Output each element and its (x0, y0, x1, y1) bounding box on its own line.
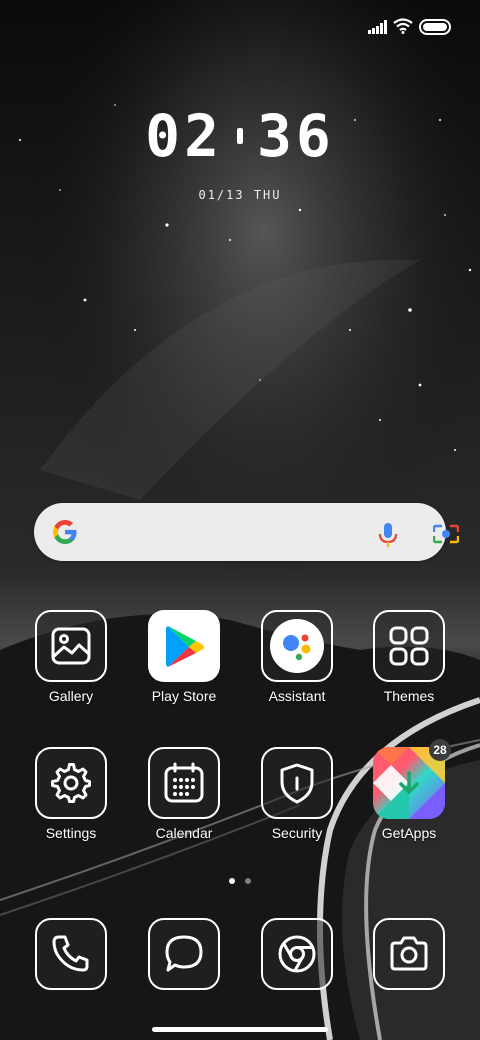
calendar-icon (148, 747, 220, 819)
mic-icon[interactable] (377, 522, 399, 548)
notification-badge: 28 (429, 739, 451, 761)
home-indicator[interactable] (152, 1027, 328, 1032)
clock-hours: 02 (145, 102, 223, 170)
dock-camera[interactable] (353, 918, 465, 990)
chrome-icon (261, 918, 333, 990)
clock-date: 01/13 THU (198, 188, 282, 202)
lens-icon[interactable] (433, 523, 459, 545)
signal-icon (368, 20, 387, 34)
app-settings[interactable]: Settings (15, 747, 127, 841)
dock-chrome[interactable] (241, 918, 353, 990)
phone-icon (35, 918, 107, 990)
play-store-icon (148, 610, 220, 682)
camera-icon (373, 918, 445, 990)
app-label: GetApps (381, 825, 437, 841)
clock-separator (237, 128, 243, 144)
page-indicator (0, 878, 480, 884)
google-logo (53, 520, 77, 544)
page-dot[interactable] (245, 878, 251, 884)
app-label: Calendar (155, 825, 213, 841)
app-label: Assistant (268, 688, 326, 704)
clock-time: 02 36 (0, 104, 480, 168)
app-label: Settings (45, 825, 97, 841)
gallery-icon (35, 610, 107, 682)
status-bar (0, 0, 480, 56)
messages-icon (148, 918, 220, 990)
app-label: Security (271, 825, 323, 841)
search-bar[interactable] (34, 503, 459, 561)
dock-messages[interactable] (128, 918, 240, 990)
clock-minutes: 36 (257, 102, 335, 170)
clock-widget[interactable]: 02 36 01/13 THU (0, 104, 480, 202)
themes-icon (373, 610, 445, 682)
wifi-icon (393, 18, 413, 34)
app-gallery[interactable]: Gallery (15, 610, 127, 704)
battery-icon (419, 19, 451, 35)
app-label: Gallery (48, 688, 94, 704)
app-assistant[interactable]: Assistant (241, 610, 353, 704)
settings-icon (35, 747, 107, 819)
assistant-icon (261, 610, 333, 682)
app-security[interactable]: Security (241, 747, 353, 841)
dock-phone[interactable] (15, 918, 127, 990)
page-dot-active[interactable] (229, 878, 235, 884)
app-themes[interactable]: Themes (353, 610, 465, 704)
app-getapps[interactable]: 28 GetApps (353, 739, 465, 841)
getapps-icon: 28 (373, 739, 451, 819)
security-icon (261, 747, 333, 819)
app-calendar[interactable]: Calendar (128, 747, 240, 841)
app-label: Themes (383, 688, 435, 704)
app-label: Play Store (151, 688, 217, 704)
app-play-store[interactable]: Play Store (128, 610, 240, 704)
